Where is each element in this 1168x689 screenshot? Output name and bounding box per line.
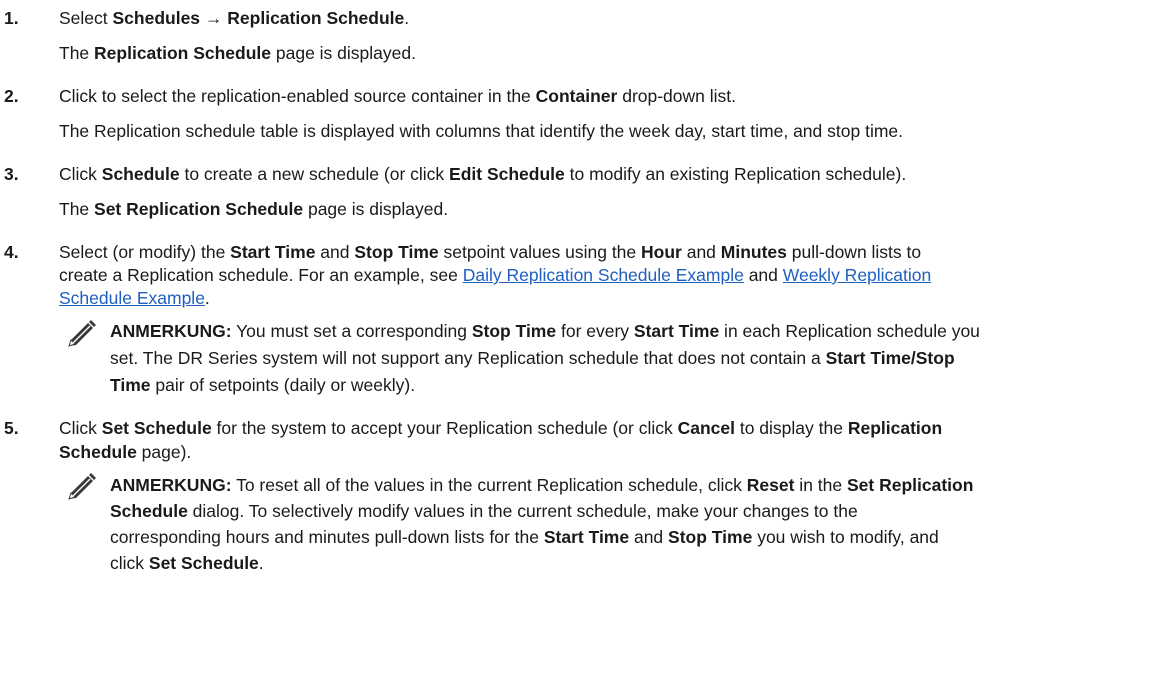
text: page is displayed. [303, 199, 449, 219]
step-number: 4. [4, 242, 19, 262]
note-line: ANMERKUNG: You must set a corresponding … [110, 321, 980, 341]
step-number: 5. [4, 418, 19, 438]
text: To reset all of the values in the curren… [231, 475, 747, 495]
step-line: Click Schedule to create a new schedule … [59, 164, 907, 184]
text: Select [59, 8, 113, 28]
text: pull-down lists to [786, 242, 922, 262]
text: and [315, 242, 355, 262]
note-line: Time pair of setpoints (daily or weekly)… [110, 375, 416, 395]
text: in the [794, 475, 847, 495]
ui-term: Stop Time [354, 242, 439, 262]
note-line: set. The DR Series system will not suppo… [110, 348, 955, 368]
step-result: The Replication schedule table is displa… [59, 121, 903, 141]
ui-term: Edit Schedule [449, 164, 565, 184]
note-line: click Set Schedule. [110, 553, 264, 573]
text: drop-down list. [617, 86, 737, 106]
pencil-note-icon [68, 473, 96, 500]
note-line: ANMERKUNG: To reset all of the values in… [110, 475, 974, 495]
text: set. The DR Series system will not suppo… [110, 348, 826, 368]
text: Click to select the replication-enabled … [59, 86, 536, 106]
step-number: 3. [4, 164, 19, 184]
arrow-glyph: → [200, 8, 228, 28]
ui-term: Replication Schedule [94, 43, 272, 63]
text: for the system to accept your Replicatio… [211, 418, 678, 438]
ui-term: Cancel [677, 418, 735, 438]
note-line: corresponding hours and minutes pull-dow… [110, 527, 939, 547]
note-line: Schedule dialog. To selectively modify v… [110, 501, 858, 521]
text: setpoint values using the [438, 242, 642, 262]
ui-term: Schedule [110, 501, 188, 521]
text: The [59, 199, 95, 219]
text: The Replication schedule table is displa… [59, 121, 903, 141]
text: page is displayed. [271, 43, 416, 63]
text: and [681, 242, 721, 262]
ui-term: Set Schedule [148, 553, 259, 573]
ui-term: Start Time/Stop [825, 348, 955, 368]
ui-term: Start Time [543, 527, 630, 547]
link-weekly-replication-example[interactable]: Weekly Replication [783, 265, 932, 285]
text: click [110, 553, 149, 573]
ui-term: Set Schedule [101, 418, 212, 438]
step-line: Click Set Schedule for the system to acc… [59, 418, 943, 438]
step-line: Select Schedules → Replication Schedule. [59, 8, 410, 28]
menu-term: Replication Schedule [227, 8, 405, 28]
text: page). [136, 442, 192, 462]
menu-term: Schedules [112, 8, 201, 28]
ui-term: Set Replication Schedule [94, 199, 304, 219]
step-line: Schedule Example. [59, 288, 210, 308]
text: . [404, 8, 410, 28]
link-weekly-replication-example[interactable]: Schedule Example [59, 288, 205, 308]
text: pair of setpoints (daily or weekly). [150, 375, 416, 395]
ui-term: Reset [746, 475, 795, 495]
ui-term: Replication [847, 418, 943, 438]
note-label: ANMERKUNG: [110, 475, 232, 495]
step-number: 1. [4, 8, 19, 28]
text: Select (or modify) the [59, 242, 231, 262]
step-line: Schedule page). [59, 442, 192, 462]
text: and [629, 527, 669, 547]
text: . [204, 288, 210, 308]
ui-term: Stop Time [471, 321, 557, 341]
note-label: ANMERKUNG: [110, 321, 232, 341]
step-line: Click to select the replication-enabled … [59, 86, 737, 106]
ui-term: Container [535, 86, 618, 106]
link-daily-replication-example[interactable]: Daily Replication Schedule Example [463, 265, 744, 285]
step-line: Select (or modify) the Start Time and St… [59, 242, 922, 262]
text: You must set a corresponding [231, 321, 472, 341]
text: to display the [734, 418, 848, 438]
ui-term: Stop Time [668, 527, 753, 547]
ui-term: Minutes [720, 242, 787, 262]
step-line: create a Replication schedule. For an ex… [59, 265, 932, 285]
text: The [59, 43, 95, 63]
text: in each Replication schedule you [719, 321, 980, 341]
ui-term: Set Replication [846, 475, 974, 495]
ui-term: Start Time [633, 321, 720, 341]
text: to create a new schedule (or click [179, 164, 450, 184]
text: you wish to modify, and [752, 527, 939, 547]
ui-term: Schedule [59, 442, 137, 462]
ui-term: Time [110, 375, 151, 395]
text: corresponding hours and minutes pull-dow… [110, 527, 544, 547]
text: and [743, 265, 783, 285]
ui-term: Hour [641, 242, 682, 262]
text: Click [59, 418, 102, 438]
step-result: The Replication Schedule page is display… [59, 43, 416, 63]
text: . [258, 553, 264, 573]
ui-term: Start Time [230, 242, 316, 262]
ui-term: Schedule [101, 164, 180, 184]
text: Click [59, 164, 102, 184]
text: dialog. To selectively modify values in … [187, 501, 858, 521]
text: for every [556, 321, 634, 341]
step-result: The Set Replication Schedule page is dis… [59, 199, 449, 219]
pencil-note-icon [68, 320, 96, 347]
text: create a Replication schedule. For an ex… [59, 265, 463, 285]
step-number: 2. [4, 86, 19, 106]
text: to modify an existing Replication schedu… [564, 164, 907, 184]
